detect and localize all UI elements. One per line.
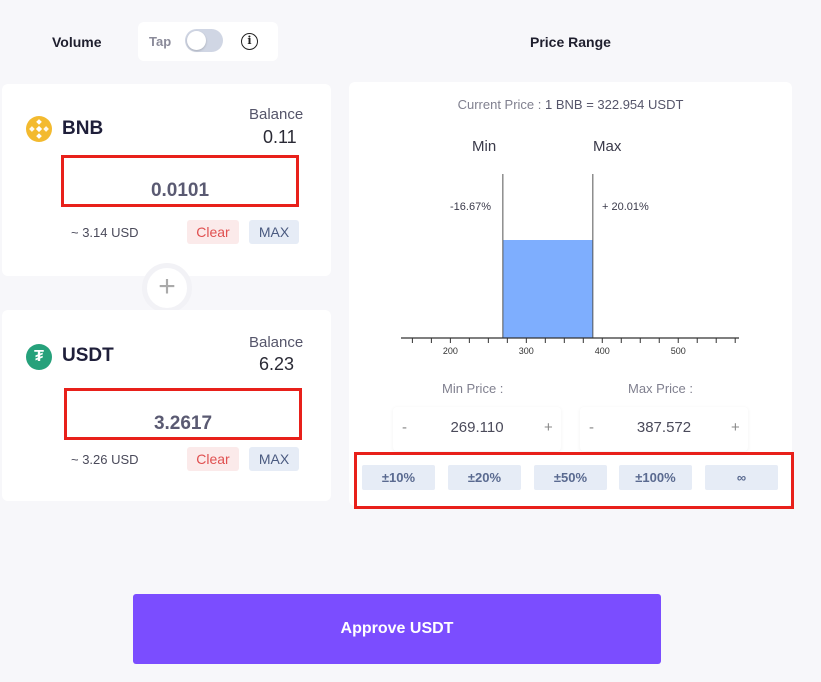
balance-label: Balance (249, 106, 304, 123)
min-price-input[interactable]: - 269.110 + (393, 407, 561, 451)
max-price-label: Max Price : (628, 381, 694, 396)
usdt-token-card: ₮ USDT Balance 6.23 3.2617 ~ 3.26 USD Cl… (2, 310, 331, 501)
approve-usdt-button[interactable]: Approve USDT (133, 594, 661, 664)
x-tick-label: 500 (671, 346, 686, 356)
amount-value: 0.0101 (150, 180, 210, 201)
min-price-value: 269.110 (450, 419, 504, 436)
x-tick-label: 300 (519, 346, 534, 356)
price-range-title: Price Range (530, 34, 611, 50)
balance-value: 6.23 (259, 354, 295, 374)
balance-label: Balance (249, 334, 304, 351)
balance-value: 0.11 (263, 127, 297, 147)
usdt-amount-input[interactable]: 3.2617 (64, 388, 302, 440)
preset-infinite-button[interactable]: ∞ (705, 465, 778, 490)
min-percent: -16.67% (450, 201, 491, 213)
preset-10-button[interactable]: ±10% (362, 465, 435, 490)
max-price-value: 387.572 (636, 419, 692, 436)
plus-icon: + (142, 263, 192, 313)
x-tick-label: 200 (443, 346, 458, 356)
amount-value: 3.2617 (153, 413, 213, 434)
toggle-knob (187, 31, 206, 50)
price-range-panel: Current Price : 1 BNB = 322.954 USDT 200… (349, 82, 792, 506)
bnb-coin-icon (26, 116, 52, 142)
bnb-token-card: BNB Balance 0.11 0.0101 ~ 3.14 USD Clear… (2, 84, 331, 276)
token-symbol: USDT (62, 345, 114, 366)
max-percent: + 20.01% (602, 201, 649, 213)
price-range-chart: 200 300 400 500 (401, 174, 739, 356)
tap-toggle-container: Tap i (138, 22, 278, 61)
tap-label: Tap (149, 34, 172, 49)
min-label: Min (472, 138, 497, 155)
max-button[interactable]: MAX (249, 447, 299, 471)
range-presets: ±10% ±20% ±50% ±100% ∞ (354, 452, 794, 509)
min-price-increment[interactable]: + (544, 419, 553, 436)
tether-coin-icon: ₮ (26, 344, 52, 370)
info-icon[interactable]: i (241, 33, 258, 50)
max-label: Max (593, 138, 622, 155)
clear-button[interactable]: Clear (187, 447, 239, 471)
preset-100-button[interactable]: ±100% (619, 465, 692, 490)
preset-50-button[interactable]: ±50% (534, 465, 607, 490)
volume-title: Volume (52, 34, 102, 50)
x-tick-label: 400 (595, 346, 610, 356)
max-price-input[interactable]: - 387.572 + (580, 407, 748, 451)
max-price-increment[interactable]: + (731, 419, 740, 436)
range-bar (502, 240, 593, 338)
max-button[interactable]: MAX (249, 220, 299, 244)
usd-estimate: ~ 3.14 USD (71, 225, 139, 240)
tap-toggle[interactable] (185, 29, 223, 52)
min-price-label: Min Price : (442, 381, 504, 396)
token-symbol: BNB (62, 118, 104, 139)
preset-20-button[interactable]: ±20% (448, 465, 521, 490)
clear-button[interactable]: Clear (187, 220, 239, 244)
usd-estimate: ~ 3.26 USD (71, 452, 139, 467)
bnb-amount-input[interactable]: 0.0101 (61, 155, 299, 207)
